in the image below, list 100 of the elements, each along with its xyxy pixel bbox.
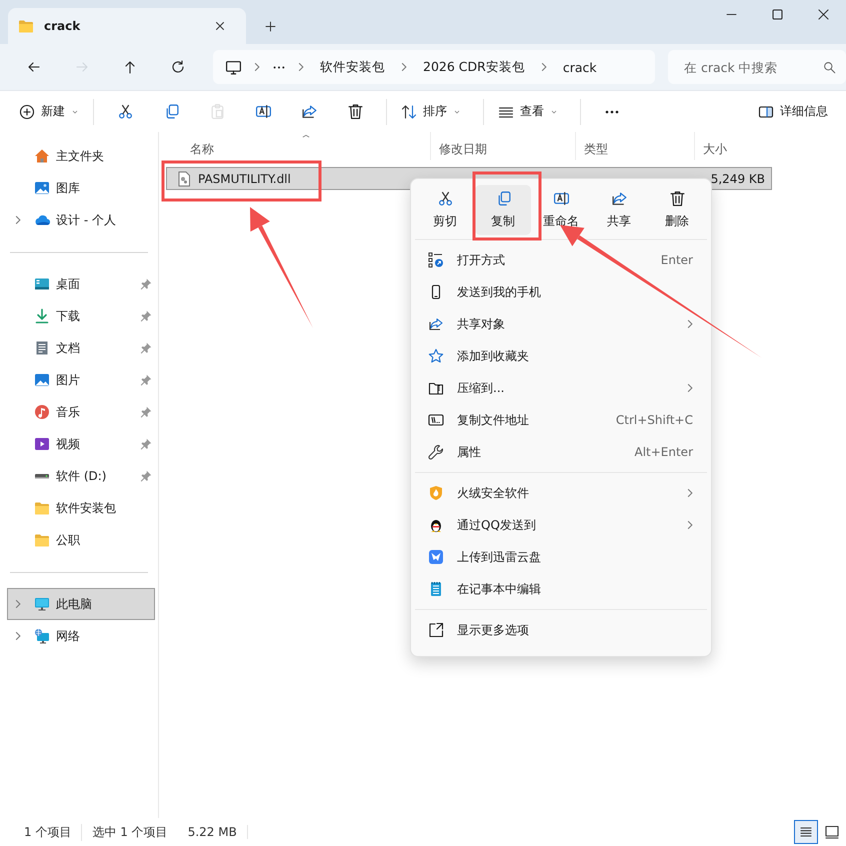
music-icon bbox=[34, 404, 50, 420]
sidebar-item[interactable]: 主文件夹 bbox=[7, 140, 155, 172]
menu-item[interactable]: 共享对象 bbox=[415, 308, 707, 340]
maximize-icon bbox=[772, 8, 782, 20]
share-icon bbox=[428, 316, 444, 332]
selection-size: 5.22 MB bbox=[178, 825, 248, 839]
sidebar-item[interactable]: 视频 bbox=[7, 428, 155, 460]
bird-icon bbox=[428, 549, 444, 565]
cut-action-button[interactable]: 剪切 bbox=[417, 185, 473, 235]
drive-icon bbox=[34, 474, 50, 478]
trash-icon bbox=[668, 190, 686, 207]
sidebar-item[interactable]: 设计 - 个人 bbox=[7, 204, 155, 236]
column-header[interactable]: 类型 bbox=[576, 132, 695, 160]
chevron-icon bbox=[685, 520, 695, 530]
pin-icon bbox=[140, 406, 152, 418]
chevron-icon bbox=[685, 488, 695, 498]
download-arrow-icon bbox=[34, 308, 50, 324]
copy-action-button[interactable]: 复制 bbox=[475, 185, 531, 235]
menu-item[interactable]: 通过QQ发送到 bbox=[415, 509, 707, 541]
folder-icon bbox=[18, 18, 34, 34]
delete-action-button[interactable]: 删除 bbox=[649, 185, 705, 235]
pin-icon bbox=[140, 278, 152, 290]
item-count: 1 个项目 bbox=[14, 824, 82, 840]
sidebar-item[interactable]: 软件 (D:) bbox=[7, 460, 155, 492]
desktop-icon bbox=[34, 276, 50, 292]
path-icon bbox=[428, 412, 444, 428]
search-box[interactable]: 在 crack 中搜索 bbox=[668, 50, 846, 84]
menu-item[interactable]: 上传到迅雷云盘 bbox=[415, 541, 707, 573]
pin-icon bbox=[140, 310, 152, 322]
menu-item[interactable]: 复制文件地址 Ctrl+Shift+C bbox=[415, 404, 707, 436]
menu-item[interactable]: 添加到收藏夹 bbox=[415, 340, 707, 372]
chevron-icon bbox=[685, 383, 695, 393]
sort-arrows-icon bbox=[401, 104, 417, 120]
pin-icon bbox=[140, 374, 152, 386]
picture-icon bbox=[34, 180, 50, 196]
menu-item[interactable]: 压缩到... bbox=[415, 372, 707, 404]
chevron-icon bbox=[296, 62, 306, 72]
tab-title: crack bbox=[44, 19, 82, 33]
chevron-icon bbox=[685, 319, 695, 329]
menu-item[interactable]: 显示更多选项 bbox=[415, 614, 707, 646]
sidebar-item[interactable]: 桌面 bbox=[7, 268, 155, 300]
plus-circle-icon bbox=[19, 104, 35, 120]
chevron-icon bbox=[399, 62, 409, 72]
shortcut-text: Ctrl+Shift+C bbox=[616, 413, 693, 427]
expand-icon bbox=[428, 622, 444, 638]
menu-item[interactable]: 在记事本中编辑 bbox=[415, 573, 707, 605]
highlight-box bbox=[472, 172, 542, 240]
notepad-icon bbox=[428, 581, 444, 597]
sidebar-item[interactable]: 网络 bbox=[7, 620, 155, 652]
file-name: PASMUTILITY.dll bbox=[198, 172, 291, 186]
rename-icon bbox=[552, 190, 570, 207]
share-action-button[interactable]: 共享 bbox=[591, 185, 647, 235]
network-icon bbox=[34, 628, 50, 644]
sidebar-item[interactable]: 文档 bbox=[7, 332, 155, 364]
scissors-icon bbox=[116, 103, 134, 120]
document-icon bbox=[34, 340, 50, 356]
column-header[interactable]: 修改日期 bbox=[431, 132, 576, 160]
details-view-button[interactable] bbox=[794, 820, 818, 844]
sidebar-item[interactable]: 音乐 bbox=[7, 396, 155, 428]
scissors-icon bbox=[436, 190, 454, 207]
pin-icon bbox=[140, 470, 152, 482]
sidebar-item[interactable]: 图片 bbox=[7, 364, 155, 396]
chevron-icon bbox=[252, 62, 262, 72]
folder-icon bbox=[34, 500, 50, 516]
monitor-icon bbox=[225, 58, 242, 76]
breadcrumb[interactable]: 2026 CDR安装包 bbox=[419, 56, 529, 78]
preview-view-icon bbox=[824, 824, 840, 840]
sort-caret-icon bbox=[301, 133, 311, 139]
view-button[interactable]: 查看 bbox=[492, 96, 564, 128]
share-icon bbox=[300, 103, 318, 120]
pin-icon bbox=[140, 438, 152, 450]
monitor-icon bbox=[34, 596, 50, 612]
sidebar-item[interactable]: 软件安装包 bbox=[7, 492, 155, 524]
sort-button[interactable]: 排序 bbox=[395, 96, 467, 128]
sidebar-item[interactable]: 此电脑 bbox=[7, 588, 155, 620]
breadcrumb[interactable]: 软件安装包 bbox=[316, 56, 389, 78]
address-bar[interactable]: 软件安装包 2026 CDR安装包 crack bbox=[213, 50, 655, 84]
menu-item[interactable]: 火绒安全软件 bbox=[415, 477, 707, 509]
details-button[interactable]: 详细信息 bbox=[752, 96, 834, 128]
menu-item[interactable]: 属性 Alt+Enter bbox=[415, 436, 707, 468]
open-with-icon bbox=[428, 252, 444, 268]
penguin-icon bbox=[428, 517, 444, 533]
sidebar-item[interactable]: 公职 bbox=[7, 524, 155, 556]
search-field[interactable]: 在 crack 中搜索 bbox=[682, 58, 823, 76]
menu-item[interactable]: 发送到我的手机 bbox=[415, 276, 707, 308]
sidebar-item[interactable]: 下载 bbox=[7, 300, 155, 332]
star-icon bbox=[428, 348, 444, 364]
rename-action-button[interactable]: 重命名 bbox=[533, 185, 589, 235]
sidebar-item[interactable]: 图库 bbox=[7, 172, 155, 204]
column-header[interactable]: 名称 bbox=[159, 132, 431, 160]
chevron-icon bbox=[13, 599, 23, 609]
new-button[interactable]: 新建 bbox=[13, 96, 85, 128]
column-header[interactable]: 大小 bbox=[695, 132, 775, 160]
details-pane-icon bbox=[758, 104, 774, 120]
breadcrumb[interactable]: crack bbox=[558, 58, 601, 76]
close-icon bbox=[215, 21, 225, 31]
menu-item[interactable]: 打开方式 Enter bbox=[415, 244, 707, 276]
tab[interactable]: crack bbox=[8, 8, 246, 44]
shortcut-text: Alt+Enter bbox=[634, 445, 693, 459]
wrench-icon bbox=[428, 444, 444, 460]
